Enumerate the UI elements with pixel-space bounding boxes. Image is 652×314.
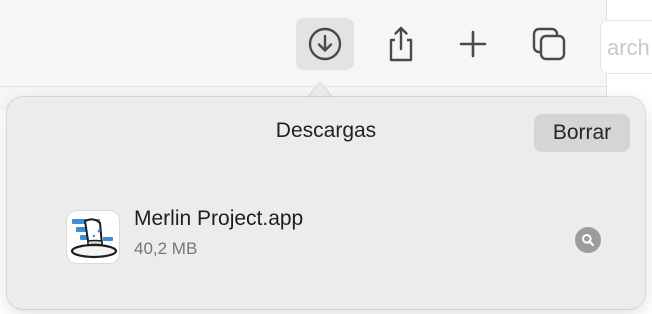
merlin-app-icon (67, 211, 119, 263)
share-button[interactable] (372, 18, 430, 70)
browser-toolbar (0, 0, 607, 110)
new-tab-button[interactable] (444, 18, 502, 70)
downloads-popover: Descargas Borrar Merlin Project.app 40,2… (7, 97, 645, 309)
search-field[interactable]: arch (600, 20, 652, 74)
reveal-in-finder-button[interactable] (575, 227, 601, 253)
magnifier-icon (582, 234, 595, 247)
tab-fragment (0, 100, 6, 112)
tab-strip-divider (0, 86, 606, 87)
download-filesize: 40,2 MB (134, 239, 198, 258)
search-placeholder-fragment: arch (607, 35, 650, 60)
download-icon (308, 27, 342, 61)
plus-icon (459, 30, 487, 58)
clear-button[interactable]: Borrar (534, 114, 630, 152)
tab-overview-button[interactable] (520, 18, 578, 70)
download-item[interactable]: Merlin Project.app 40,2 MB (47, 197, 627, 277)
download-filename: Merlin Project.app (134, 207, 304, 230)
tab-overview-icon (532, 27, 566, 61)
downloads-button[interactable] (296, 18, 354, 70)
share-icon (389, 26, 413, 62)
